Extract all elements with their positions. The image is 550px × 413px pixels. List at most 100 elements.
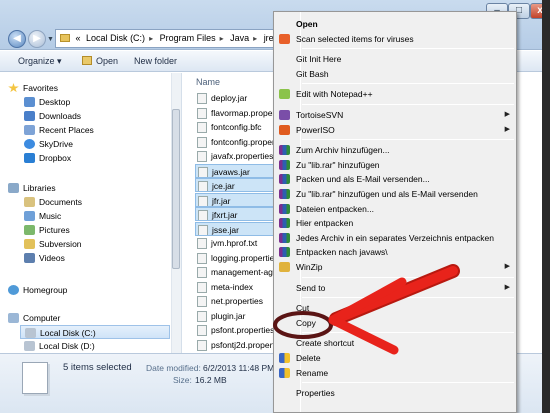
file-row[interactable]: javafx.properties	[195, 149, 275, 163]
file-row[interactable]: psfontj2d.properties	[195, 338, 275, 352]
file-row[interactable]: deploy.jar	[195, 91, 275, 105]
menu-item[interactable]: Rename	[274, 366, 516, 380]
menu-item[interactable]: Jedes Archiv in ein separates Verzeichni…	[274, 231, 516, 245]
menu-item[interactable]: Delete	[274, 351, 516, 365]
open-folder-icon	[82, 56, 92, 65]
file-icon	[197, 107, 207, 119]
file-row[interactable]: psfont.properties.ja	[195, 323, 275, 337]
nav-homegroup[interactable]: Homegroup	[8, 283, 67, 297]
nav-libraries[interactable]: Libraries	[8, 181, 56, 195]
file-row[interactable]: management-agent.jar	[195, 265, 275, 279]
history-dropdown-icon[interactable]: ▼	[47, 36, 54, 43]
menu-item-label: Zu "lib.rar" hinzufügen und als E-Mail v…	[296, 189, 478, 199]
menu-item-label: Send to	[296, 282, 326, 293]
menu-item[interactable]: Git Init Here	[274, 52, 516, 66]
nav-desktop[interactable]: Desktop	[24, 95, 70, 109]
date-modified-label: Date modified:	[146, 363, 201, 373]
menu-item[interactable]: Properties	[274, 386, 516, 400]
menu-item[interactable]: Zu "lib.rar" hinzufügen	[274, 158, 516, 172]
nav-skydrive[interactable]: SkyDrive	[24, 137, 73, 151]
menu-separator	[302, 332, 514, 334]
menu-item[interactable]: Git Bash	[274, 67, 516, 81]
file-row[interactable]: logging.properties	[195, 251, 275, 265]
libraries-icon	[8, 183, 19, 193]
menu-item[interactable]: Zum Archiv hinzufügen...	[274, 143, 516, 157]
file-row[interactable]: meta-index	[195, 280, 275, 294]
menu-item[interactable]: Send to ▶	[274, 281, 516, 295]
nav-local-disk-d[interactable]: Local Disk (D:)	[24, 339, 95, 353]
file-row[interactable]: flavormap.properties	[195, 106, 275, 120]
menu-item-label: Open	[296, 19, 318, 29]
nav-pictures[interactable]: Pictures	[24, 223, 70, 237]
winrar-icon	[279, 232, 290, 243]
file-row[interactable]: jfr.jar	[195, 192, 275, 207]
open-button[interactable]: Open	[82, 56, 118, 66]
downloads-icon	[24, 111, 35, 121]
nav-label: Music	[39, 211, 62, 221]
file-row[interactable]: plugin.jar	[195, 309, 275, 323]
menu-item[interactable]: Zu "lib.rar" hinzufügen und als E-Mail v…	[274, 187, 516, 201]
winrar-icon	[279, 174, 290, 185]
address-bar[interactable]: « Local Disk (C:) ▸ Program Files ▸ Java ▸ …	[55, 29, 285, 48]
file-icon	[197, 151, 207, 162]
breadcrumb-item[interactable]: Program Files	[160, 33, 216, 43]
back-arrow-icon[interactable]: ◀	[8, 30, 26, 48]
file-name: plugin.jar	[211, 310, 246, 321]
menu-item[interactable]: TortoiseSVN ▶	[274, 108, 516, 122]
menu-separator	[302, 83, 514, 85]
menu-item-label: Scan selected items for viruses	[296, 33, 414, 44]
menu-item[interactable]: Open	[274, 17, 516, 31]
nav-computer[interactable]: Computer	[8, 311, 60, 325]
file-icon	[197, 136, 207, 148]
nav-subversion[interactable]: Subversion	[24, 237, 82, 251]
menu-item[interactable]: Scan selected items for viruses	[274, 32, 516, 46]
menu-item[interactable]: Dateien entpacken...	[274, 202, 516, 216]
menu-item[interactable]: Packen und als E-Mail versenden...	[274, 172, 516, 186]
nav-dropbox[interactable]: Dropbox	[24, 151, 71, 165]
menu-item[interactable]: Hier entpacken	[274, 216, 516, 230]
nav-local-disk-c[interactable]: Local Disk (C:)	[20, 325, 170, 339]
nav-recent-places[interactable]: Recent Places	[24, 123, 94, 137]
background-edge	[542, 0, 550, 413]
new-folder-button[interactable]: New folder	[134, 56, 177, 66]
file-name: jfxrt.jar	[212, 210, 238, 220]
breadcrumb-overflow[interactable]: «	[76, 33, 81, 43]
file-name: flavormap.properties	[211, 107, 275, 118]
menu-item[interactable]: Edit with Notepad++	[274, 87, 516, 101]
organize-button[interactable]: Organize ▾	[18, 56, 62, 67]
breadcrumb-item[interactable]: Local Disk (C:)	[86, 33, 145, 43]
menu-item[interactable]: WinZip ▶	[274, 260, 516, 274]
forward-arrow-icon[interactable]: ▶	[28, 30, 46, 48]
menu-item[interactable]: Cut	[274, 301, 516, 315]
file-row[interactable]: jfxrt.jar	[195, 207, 275, 221]
file-row[interactable]: net.properties	[195, 294, 275, 308]
file-row[interactable]: jvm.hprof.txt	[195, 236, 275, 250]
size-value: 16.2 MB	[195, 375, 227, 385]
file-row[interactable]: fontconfig.bfc	[195, 120, 275, 134]
nav-label: Downloads	[39, 111, 82, 121]
nav-music[interactable]: Music	[24, 209, 61, 223]
menu-item[interactable]: Copy	[274, 316, 516, 330]
nav-label: Libraries	[23, 183, 56, 193]
breadcrumb-item[interactable]: Java	[230, 33, 249, 43]
nav-favorites[interactable]: Favorites	[8, 81, 58, 95]
menu-item[interactable]: Entpacken nach javaws\	[274, 245, 516, 259]
file-name: jfr.jar	[212, 195, 231, 206]
poweriso-icon	[279, 124, 290, 135]
column-header-name[interactable]: Name	[196, 77, 220, 87]
file-row[interactable]: fontconfig.properties.src	[195, 135, 275, 149]
menu-separator	[302, 48, 514, 50]
menu-item[interactable]: Create shortcut	[274, 336, 516, 350]
file-name: psfontj2d.properties	[211, 339, 275, 350]
nav-videos[interactable]: Videos	[24, 251, 65, 265]
file-icon	[198, 181, 208, 191]
file-row[interactable]: jce.jar	[195, 178, 275, 192]
nav-documents[interactable]: Documents	[24, 195, 82, 209]
nav-scrollbar-thumb[interactable]	[172, 109, 180, 269]
file-icon	[198, 195, 208, 206]
menu-item[interactable]: PowerISO ▶	[274, 123, 516, 137]
file-row[interactable]: javaws.jar	[195, 163, 275, 178]
file-row[interactable]: jsse.jar	[195, 221, 275, 236]
winrar-icon	[279, 203, 290, 214]
nav-downloads[interactable]: Downloads	[24, 109, 81, 123]
